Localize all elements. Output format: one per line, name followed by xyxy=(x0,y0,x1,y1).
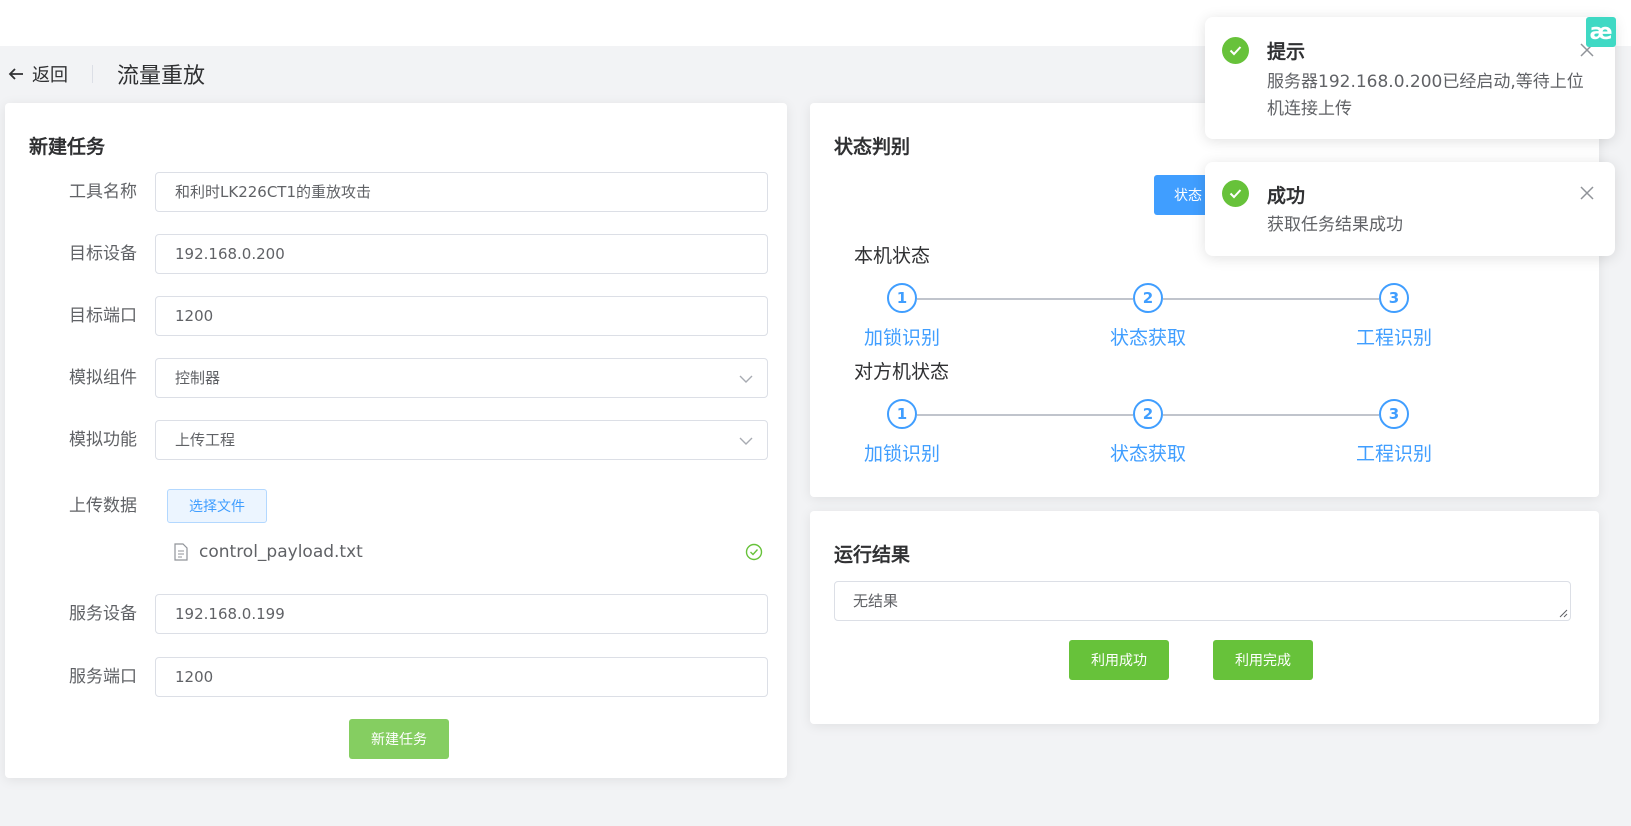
status-title: 状态判别 xyxy=(834,136,911,158)
tool-name-label: 工具名称 xyxy=(69,182,137,202)
exploit-done-button[interactable]: 利用完成 xyxy=(1213,640,1313,680)
step-number: 3 xyxy=(1379,283,1409,313)
step-title: 状态获取 xyxy=(1109,327,1186,349)
notification-title: 成功 xyxy=(1267,185,1306,207)
resize-handle-icon[interactable] xyxy=(1558,608,1568,618)
check-circle-icon xyxy=(745,543,763,561)
notification-title: 提示 xyxy=(1267,41,1306,63)
form-row-service-port: 服务端口 1200 xyxy=(5,657,787,697)
local-status-label: 本机状态 xyxy=(854,245,931,267)
result-title: 运行结果 xyxy=(834,544,911,566)
notification-message: 获取任务结果成功 xyxy=(1267,215,1403,235)
step-number: 3 xyxy=(1379,399,1409,429)
remote-steps: 1 加锁识别 2 状态获取 3 工程识别 xyxy=(864,399,1502,479)
form-row-sim-component: 模拟组件 控制器 xyxy=(5,358,787,398)
create-task-button[interactable]: 新建任务 xyxy=(349,719,449,759)
back-button[interactable]: 返回 xyxy=(6,61,68,87)
step-title: 加锁识别 xyxy=(863,443,940,465)
tool-name-input[interactable]: 和利时LK226CT1的重放攻击 xyxy=(155,172,768,212)
service-port-label: 服务端口 xyxy=(69,667,137,687)
app-logo-icon: æ xyxy=(1586,17,1616,47)
new-task-title: 新建任务 xyxy=(29,136,106,158)
form-row-target-port: 目标端口 1200 xyxy=(5,296,787,336)
step-title: 工程识别 xyxy=(1355,327,1432,349)
sim-component-select[interactable]: 控制器 xyxy=(155,358,768,398)
result-card: 运行结果 无结果 利用成功 利用完成 xyxy=(810,511,1599,724)
sim-component-value: 控制器 xyxy=(175,369,221,387)
form-row-sim-function: 模拟功能 上传工程 xyxy=(5,420,787,460)
exploit-success-button[interactable]: 利用成功 xyxy=(1069,640,1169,680)
local-step-1: 1 加锁识别 xyxy=(842,283,962,350)
remote-step-3: 3 工程识别 xyxy=(1334,399,1454,466)
sim-function-select[interactable]: 上传工程 xyxy=(155,420,768,460)
header-divider xyxy=(92,65,93,83)
document-icon xyxy=(174,543,188,561)
target-port-label: 目标端口 xyxy=(69,306,137,326)
notification-info: 提示 服务器192.168.0.200已经启动,等待上位机连接上传 xyxy=(1205,17,1615,139)
target-device-input[interactable]: 192.168.0.200 xyxy=(155,234,768,274)
local-step-2: 2 状态获取 xyxy=(1088,283,1208,350)
service-port-input[interactable]: 1200 xyxy=(155,657,768,697)
remote-step-1: 1 加锁识别 xyxy=(842,399,962,466)
form-row-tool-name: 工具名称 和利时LK226CT1的重放攻击 xyxy=(5,172,787,212)
notification-success: 成功 获取任务结果成功 xyxy=(1205,162,1615,256)
step-title: 工程识别 xyxy=(1355,443,1432,465)
chevron-down-icon xyxy=(739,437,753,445)
new-task-card: 新建任务 工具名称 和利时LK226CT1的重放攻击 目标设备 192.168.… xyxy=(5,103,787,778)
step-title: 加锁识别 xyxy=(863,327,940,349)
choose-file-button[interactable]: 选择文件 xyxy=(167,489,267,523)
page-header: 返回 流量重放 xyxy=(6,58,205,90)
form-row-service-device: 服务设备 192.168.0.199 xyxy=(5,594,787,634)
remote-status-label: 对方机状态 xyxy=(854,361,950,383)
success-check-icon xyxy=(1222,180,1249,207)
target-port-input[interactable]: 1200 xyxy=(155,296,768,336)
result-text: 无结果 xyxy=(853,592,899,610)
step-number: 2 xyxy=(1133,399,1163,429)
target-device-label: 目标设备 xyxy=(69,244,137,264)
service-device-label: 服务设备 xyxy=(69,604,137,624)
step-number: 1 xyxy=(887,399,917,429)
service-device-input[interactable]: 192.168.0.199 xyxy=(155,594,768,634)
chevron-down-icon xyxy=(739,375,753,383)
result-textarea[interactable]: 无结果 xyxy=(834,581,1571,621)
back-label: 返回 xyxy=(32,65,68,86)
local-steps: 1 加锁识别 2 状态获取 3 工程识别 xyxy=(864,283,1502,363)
arrow-left-icon xyxy=(8,68,23,80)
remote-step-2: 2 状态获取 xyxy=(1088,399,1208,466)
uploaded-file-name: control_payload.txt xyxy=(199,542,363,562)
sim-function-value: 上传工程 xyxy=(175,431,236,449)
form-row-target-device: 目标设备 192.168.0.200 xyxy=(5,234,787,274)
step-number: 2 xyxy=(1133,283,1163,313)
notification-message: 服务器192.168.0.200已经启动,等待上位机连接上传 xyxy=(1267,72,1584,119)
form-row-upload: 上传数据 选择文件 xyxy=(5,486,787,526)
success-check-icon xyxy=(1222,37,1249,64)
upload-label: 上传数据 xyxy=(69,496,137,516)
uploaded-file-item[interactable]: control_payload.txt xyxy=(173,539,763,565)
close-icon[interactable] xyxy=(1579,185,1595,201)
local-step-3: 3 工程识别 xyxy=(1334,283,1454,350)
step-number: 1 xyxy=(887,283,917,313)
sim-function-label: 模拟功能 xyxy=(69,430,137,450)
step-title: 状态获取 xyxy=(1109,443,1186,465)
page-title: 流量重放 xyxy=(117,64,206,89)
sim-component-label: 模拟组件 xyxy=(69,368,137,388)
